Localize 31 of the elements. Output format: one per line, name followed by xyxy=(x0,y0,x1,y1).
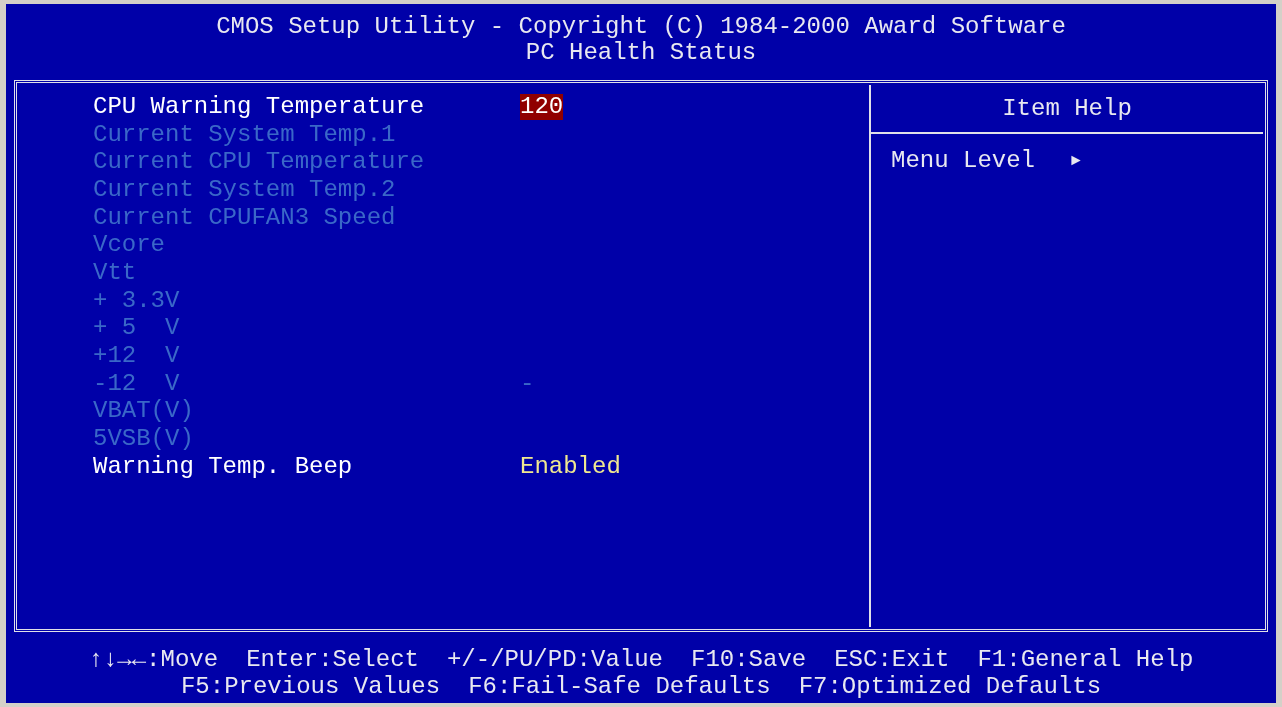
screen-title: CMOS Setup Utility - Copyright (C) 1984-2000 Award Software xyxy=(216,14,1066,40)
setting-label: + 3.3V xyxy=(93,287,181,314)
setting-label: CPU Warning Temperature xyxy=(93,93,426,120)
setting-value[interactable]: Enabled xyxy=(520,453,621,480)
setting-label: Warning Temp. Beep xyxy=(93,453,354,480)
key-hint: ESC:Exit xyxy=(834,646,950,673)
setting-value[interactable]: 120 xyxy=(520,93,564,120)
menu-level-label: Menu Level xyxy=(891,148,1036,174)
key-hint: F7:Optimized Defaults xyxy=(798,673,1102,700)
setting-label: Vcore xyxy=(93,232,166,259)
item-help-title: Item Help xyxy=(1002,95,1132,122)
key-hint: Enter:Select xyxy=(246,646,419,673)
setting-label: 5VSB(V) xyxy=(93,426,195,453)
setting-label: Current CPUFAN3 Speed xyxy=(93,204,397,231)
key-hint: F10:Save xyxy=(691,646,807,673)
setting-label: VBAT(V) xyxy=(93,398,195,425)
screen-subtitle: PC Health Status xyxy=(525,40,757,66)
key-hint: +/-/PU/PD:Value xyxy=(446,646,663,673)
setting-label: Current System Temp.2 xyxy=(93,176,397,203)
setting-label: Vtt xyxy=(93,259,138,286)
setting-label: +12 V xyxy=(93,343,181,370)
setting-label: Current System Temp.1 xyxy=(93,121,397,148)
setting-label: Current CPU Temperature xyxy=(93,149,426,176)
key-hint: ↑↓→←:Move xyxy=(88,646,219,673)
key-hint: F6:Fail-Safe Defaults xyxy=(468,673,771,700)
key-hint: F5:Previous Values xyxy=(180,673,441,700)
key-hint: F1:General Help xyxy=(977,646,1194,673)
setting-value: - xyxy=(520,370,535,397)
setting-label: + 5 V xyxy=(93,315,181,342)
menu-level-icon: ► xyxy=(1071,148,1081,174)
setting-label: -12 V xyxy=(93,370,181,397)
